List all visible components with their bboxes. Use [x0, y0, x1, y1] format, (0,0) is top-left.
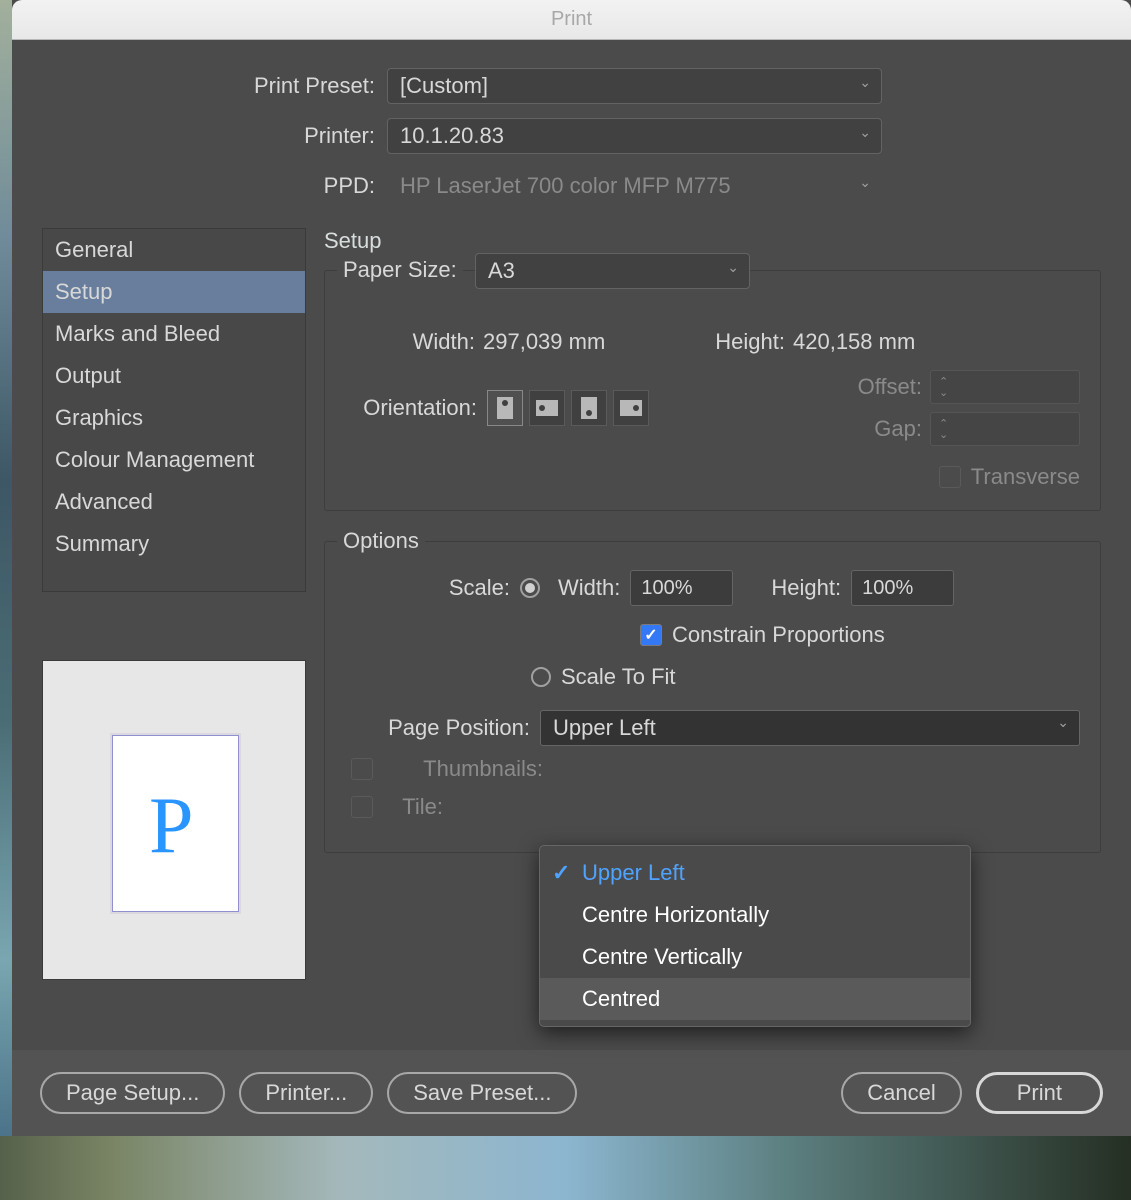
orientation-landscape-left-icon	[536, 400, 558, 416]
sidebar-item-general[interactable]: General	[43, 229, 305, 271]
page-position-option-upper-left[interactable]: Upper Left	[540, 852, 970, 894]
paper-size-value: A3	[488, 258, 515, 284]
gap-label: Gap:	[855, 416, 930, 442]
tile-checkbox[interactable]	[351, 796, 373, 818]
orientation-landscape-left-button[interactable]	[529, 390, 565, 426]
gap-input	[930, 412, 1080, 446]
titlebar: Print	[12, 0, 1131, 40]
ppd-dropdown: HP LaserJet 700 color MFP M775	[387, 168, 882, 204]
paper-size-legend: Paper Size:	[337, 257, 463, 283]
chevron-down-icon	[859, 74, 871, 91]
height-label: Height:	[663, 329, 793, 355]
sidebar-item-graphics[interactable]: Graphics	[43, 397, 305, 439]
background-bottom-strip	[0, 1136, 1131, 1200]
sidebar-item-marks-bleed[interactable]: Marks and Bleed	[43, 313, 305, 355]
scale-height-label: Height:	[771, 575, 841, 601]
cancel-button[interactable]: Cancel	[841, 1072, 961, 1114]
printer-value: 10.1.20.83	[400, 123, 504, 149]
constrain-proportions-checkbox[interactable]	[640, 624, 662, 646]
background-left-strip	[0, 0, 12, 1200]
sidebar-item-setup[interactable]: Setup	[43, 271, 305, 313]
page-preview: P	[42, 660, 306, 980]
sidebar-item-output[interactable]: Output	[43, 355, 305, 397]
printer-label: Printer:	[52, 123, 387, 149]
scale-to-fit-label: Scale To Fit	[561, 664, 676, 690]
orientation-portrait-rev-button[interactable]	[571, 390, 607, 426]
page-setup-button[interactable]: Page Setup...	[40, 1072, 225, 1114]
width-label: Width:	[360, 329, 483, 355]
options-fieldset: Options Scale: Width: Height: Constrain …	[324, 541, 1101, 853]
printer-button[interactable]: Printer...	[239, 1072, 373, 1114]
paper-size-dropdown[interactable]: A3	[475, 253, 750, 289]
page-position-label: Page Position:	[345, 715, 540, 741]
print-preset-value: [Custom]	[400, 73, 488, 99]
scale-label: Scale:	[345, 575, 520, 601]
page-position-option-centred[interactable]: Centred	[540, 978, 970, 1020]
height-value: 420,158 mm	[793, 329, 943, 355]
ppd-label: PPD:	[52, 173, 387, 199]
orientation-portrait-icon	[497, 397, 513, 419]
chevron-down-icon	[727, 259, 739, 276]
sidebar-item-colour-management[interactable]: Colour Management	[43, 439, 305, 481]
panel-title: Setup	[324, 228, 1101, 254]
window-title: Print	[551, 8, 592, 31]
transverse-checkbox	[939, 466, 961, 488]
sidebar-item-summary[interactable]: Summary	[43, 523, 305, 565]
transverse-label: Transverse	[971, 464, 1080, 490]
dialog-footer: Page Setup... Printer... Save Preset... …	[12, 1050, 1131, 1136]
page-position-option-centre-vertically[interactable]: Centre Vertically	[540, 936, 970, 978]
thumbnails-label: Thumbnails:	[383, 756, 543, 782]
main-panel: Setup Paper Size: A3 Width: 297,039 mm H…	[324, 228, 1101, 883]
sidebar-item-advanced[interactable]: Advanced	[43, 481, 305, 523]
print-button[interactable]: Print	[976, 1072, 1103, 1114]
top-form: Print Preset: [Custom] Printer: 10.1.20.…	[12, 40, 1131, 228]
options-legend: Options	[337, 528, 425, 554]
scale-width-input[interactable]	[630, 570, 733, 606]
save-preset-button[interactable]: Save Preset...	[387, 1072, 577, 1114]
page-position-dropdown[interactable]: Upper Left	[540, 710, 1080, 746]
scale-height-input[interactable]	[851, 570, 954, 606]
paper-fieldset: Paper Size: A3 Width: 297,039 mm Height:…	[324, 270, 1101, 511]
print-preset-dropdown[interactable]: [Custom]	[387, 68, 882, 104]
chevron-down-icon	[1057, 714, 1069, 731]
width-value: 297,039 mm	[483, 329, 663, 355]
page-position-menu[interactable]: Upper Left Centre Horizontally Centre Ve…	[539, 845, 971, 1027]
orientation-buttons	[487, 390, 649, 426]
orientation-portrait-button[interactable]	[487, 390, 523, 426]
tile-label: Tile:	[383, 794, 443, 820]
thumbnails-checkbox[interactable]	[351, 758, 373, 780]
orientation-landscape-right-button[interactable]	[613, 390, 649, 426]
page-position-value: Upper Left	[553, 715, 656, 741]
chevron-down-icon	[859, 174, 871, 191]
preview-letter-p-icon: P	[149, 781, 194, 872]
scale-radio[interactable]	[520, 578, 540, 598]
category-sidebar: General Setup Marks and Bleed Output Gra…	[42, 228, 306, 592]
ppd-value: HP LaserJet 700 color MFP M775	[400, 173, 731, 199]
printer-dropdown[interactable]: 10.1.20.83	[387, 118, 882, 154]
orientation-portrait-rev-icon	[581, 397, 597, 419]
print-preset-label: Print Preset:	[52, 73, 387, 99]
chevron-down-icon	[859, 124, 871, 141]
offset-input	[930, 370, 1080, 404]
orientation-label: Orientation:	[345, 395, 485, 421]
scale-to-fit-radio[interactable]	[531, 667, 551, 687]
constrain-proportions-label: Constrain Proportions	[672, 622, 885, 648]
preview-page-icon: P	[113, 736, 238, 911]
orientation-landscape-right-icon	[620, 400, 642, 416]
offset-label: Offset:	[855, 374, 930, 400]
page-position-option-centre-horizontally[interactable]: Centre Horizontally	[540, 894, 970, 936]
scale-width-label: Width:	[558, 575, 620, 601]
